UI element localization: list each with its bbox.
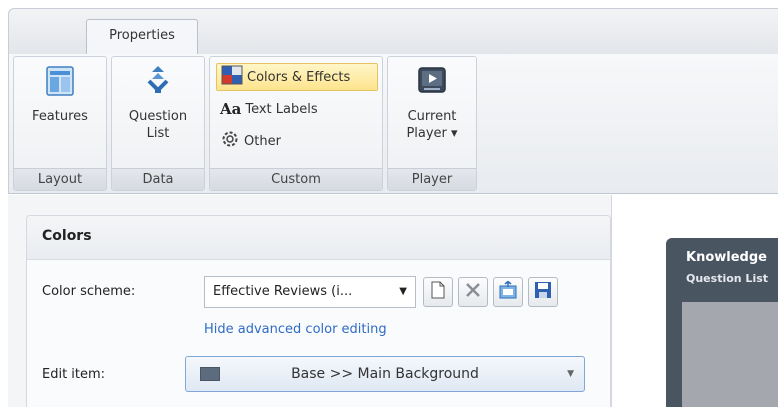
edit-item-value: Base >> Main Background [291, 366, 479, 382]
question-list-label-line2: List [146, 126, 170, 141]
features-icon [14, 65, 106, 102]
current-player-label-line2: Player ▾ [406, 126, 458, 141]
player-title: Knowledge [686, 250, 767, 265]
features-button[interactable]: Features [14, 65, 106, 125]
import-scheme-button[interactable] [493, 277, 523, 307]
question-list-label-line1: Question [128, 109, 188, 124]
text-labels-button[interactable]: Aa Text Labels [216, 95, 378, 123]
text-labels-icon: Aa [220, 100, 242, 118]
colors-effects-button[interactable]: Colors & Effects [216, 63, 378, 91]
new-scheme-button[interactable] [423, 277, 453, 307]
question-list-icon [112, 63, 204, 102]
group-layout: Features Layout [13, 56, 107, 191]
colors-title: Colors [42, 228, 92, 244]
import-icon [498, 280, 518, 303]
tab-properties[interactable]: Properties [86, 19, 198, 55]
gear-icon [220, 129, 240, 153]
chevron-down-icon: ▼ [567, 369, 574, 379]
colors-card-header: Colors [27, 216, 610, 260]
color-scheme-label: Color scheme: [42, 284, 136, 299]
group-label-data: Data [112, 168, 204, 190]
group-player: Current Player ▾ Player [387, 56, 477, 191]
player-icon [388, 65, 476, 102]
player-preview: Knowledge Question List [666, 238, 778, 407]
current-player-label-line1: Current [407, 109, 457, 124]
ribbon: Features Layout Question List Data Color… [8, 54, 778, 194]
hide-advanced-color-link[interactable]: Hide advanced color editing [204, 322, 387, 337]
other-label: Other [244, 133, 281, 149]
colors-effects-label: Colors & Effects [247, 69, 351, 85]
other-button[interactable]: Other [216, 127, 378, 155]
color-scheme-select[interactable]: Effective Reviews (i... ▼ [204, 276, 416, 308]
group-data: Question List Data [111, 56, 205, 191]
group-label-layout: Layout [14, 168, 106, 190]
edit-item-label: Edit item: [42, 367, 106, 382]
current-player-button[interactable]: Current Player ▾ [388, 65, 476, 142]
save-scheme-button[interactable] [528, 277, 558, 307]
group-label-custom: Custom [210, 168, 382, 190]
color-scheme-value: Effective Reviews (i... [213, 284, 353, 299]
chevron-down-icon: ▼ [399, 286, 407, 297]
new-document-icon [430, 281, 446, 303]
player-body [682, 302, 778, 407]
save-icon [534, 281, 552, 303]
edit-item-select[interactable]: Base >> Main Background ▼ [185, 356, 585, 392]
text-labels-label: Text Labels [245, 101, 318, 117]
delete-icon [464, 281, 482, 303]
delete-scheme-button[interactable] [458, 277, 488, 307]
colors-effects-icon [221, 65, 243, 89]
question-list-button[interactable]: Question List [112, 63, 204, 142]
group-label-player: Player [388, 168, 476, 190]
player-subtitle: Question List [686, 272, 769, 285]
group-custom: Colors & Effects Aa Text Labels Other Cu… [209, 56, 383, 191]
features-label: Features [32, 109, 88, 124]
